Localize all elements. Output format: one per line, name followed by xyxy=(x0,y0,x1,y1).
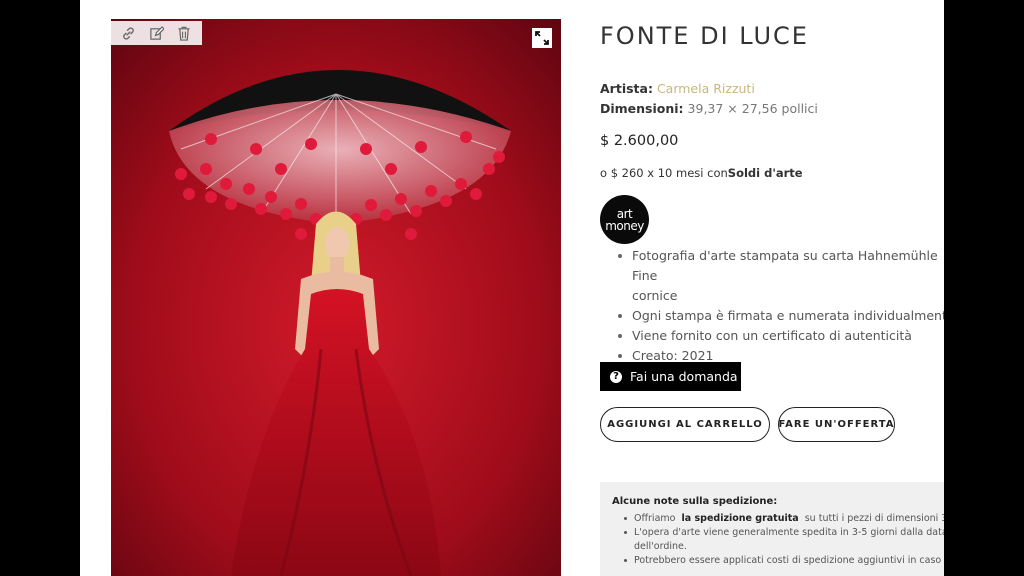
logo-text-top: art xyxy=(616,206,633,221)
artwork-photo xyxy=(111,19,561,576)
list-item: Ogni stampa è firmata e numerata individ… xyxy=(618,306,944,326)
installment-text: o $ 260 x 10 mesi con xyxy=(600,166,728,180)
product-page: FONTE DI LUCE Artista: Carmela Rizzuti D… xyxy=(80,0,944,576)
installment-offer: o $ 260 x 10 mesi conSoldi d'arte xyxy=(600,166,803,180)
art-money-logo[interactable]: art money xyxy=(600,195,649,244)
feature-text-cont: cornice xyxy=(632,288,678,303)
artist-link[interactable]: Carmela Rizzuti xyxy=(657,81,755,96)
list-item: Fotografia d'arte stampata su carta Hahn… xyxy=(618,246,944,306)
shipping-list: Offriamo la spedizione gratuita su tutti… xyxy=(612,512,944,568)
artwork-image[interactable] xyxy=(111,19,561,576)
make-offer-button[interactable]: FARE UN'OFFERTA xyxy=(778,407,895,442)
trash-icon[interactable] xyxy=(175,24,193,42)
expand-icon[interactable] xyxy=(532,28,552,48)
list-item: L'opera d'arte viene generalmente spedit… xyxy=(624,526,944,554)
list-item: Potrebbero essere applicati costi di spe… xyxy=(624,554,944,568)
question-circle-icon: ? xyxy=(610,370,622,383)
feature-text: Fotografia d'arte stampata su carta Hahn… xyxy=(632,248,938,283)
shipping-text: su tutti i pezzi di dimensioni 36 xyxy=(804,513,944,524)
shipping-text: L'opera d'arte viene generalmente spedit… xyxy=(634,527,944,538)
list-item: Viene fornito con un certificato di aute… xyxy=(618,326,944,346)
feature-list: Fotografia d'arte stampata su carta Hahn… xyxy=(600,246,944,366)
ask-question-label: Fai una domanda xyxy=(630,369,738,384)
price: $ 2.600,00 xyxy=(600,133,679,149)
dimensions-value: 39,37 × 27,56 pollici xyxy=(687,101,818,116)
image-toolbar xyxy=(111,21,202,45)
shipping-text: dell'ordine. xyxy=(634,541,687,552)
edit-icon[interactable] xyxy=(147,24,165,42)
artist-line: Artista: Carmela Rizzuti xyxy=(600,81,755,96)
shipping-title: Alcune note sulla spedizione: xyxy=(612,496,778,507)
dimensions-label: Dimensioni: xyxy=(600,101,684,116)
shipping-bold: la spedizione gratuita xyxy=(681,513,799,524)
dimensions-line: Dimensioni: 39,37 × 27,56 pollici xyxy=(600,101,818,116)
logo-text-bottom: money xyxy=(605,218,644,233)
page-title: FONTE DI LUCE xyxy=(600,22,809,50)
installment-brand-link[interactable]: Soldi d'arte xyxy=(728,166,803,180)
artist-label: Artista: xyxy=(600,81,653,96)
add-to-cart-button[interactable]: AGGIUNGI AL CARRELLO xyxy=(600,407,770,442)
link-icon[interactable] xyxy=(120,24,138,42)
ask-question-button[interactable]: ? Fai una domanda xyxy=(600,362,741,391)
list-item: Offriamo la spedizione gratuita su tutti… xyxy=(624,512,944,526)
shipping-text: Offriamo xyxy=(634,513,676,524)
shipping-notes: Alcune note sulla spedizione: Offriamo l… xyxy=(600,482,944,576)
